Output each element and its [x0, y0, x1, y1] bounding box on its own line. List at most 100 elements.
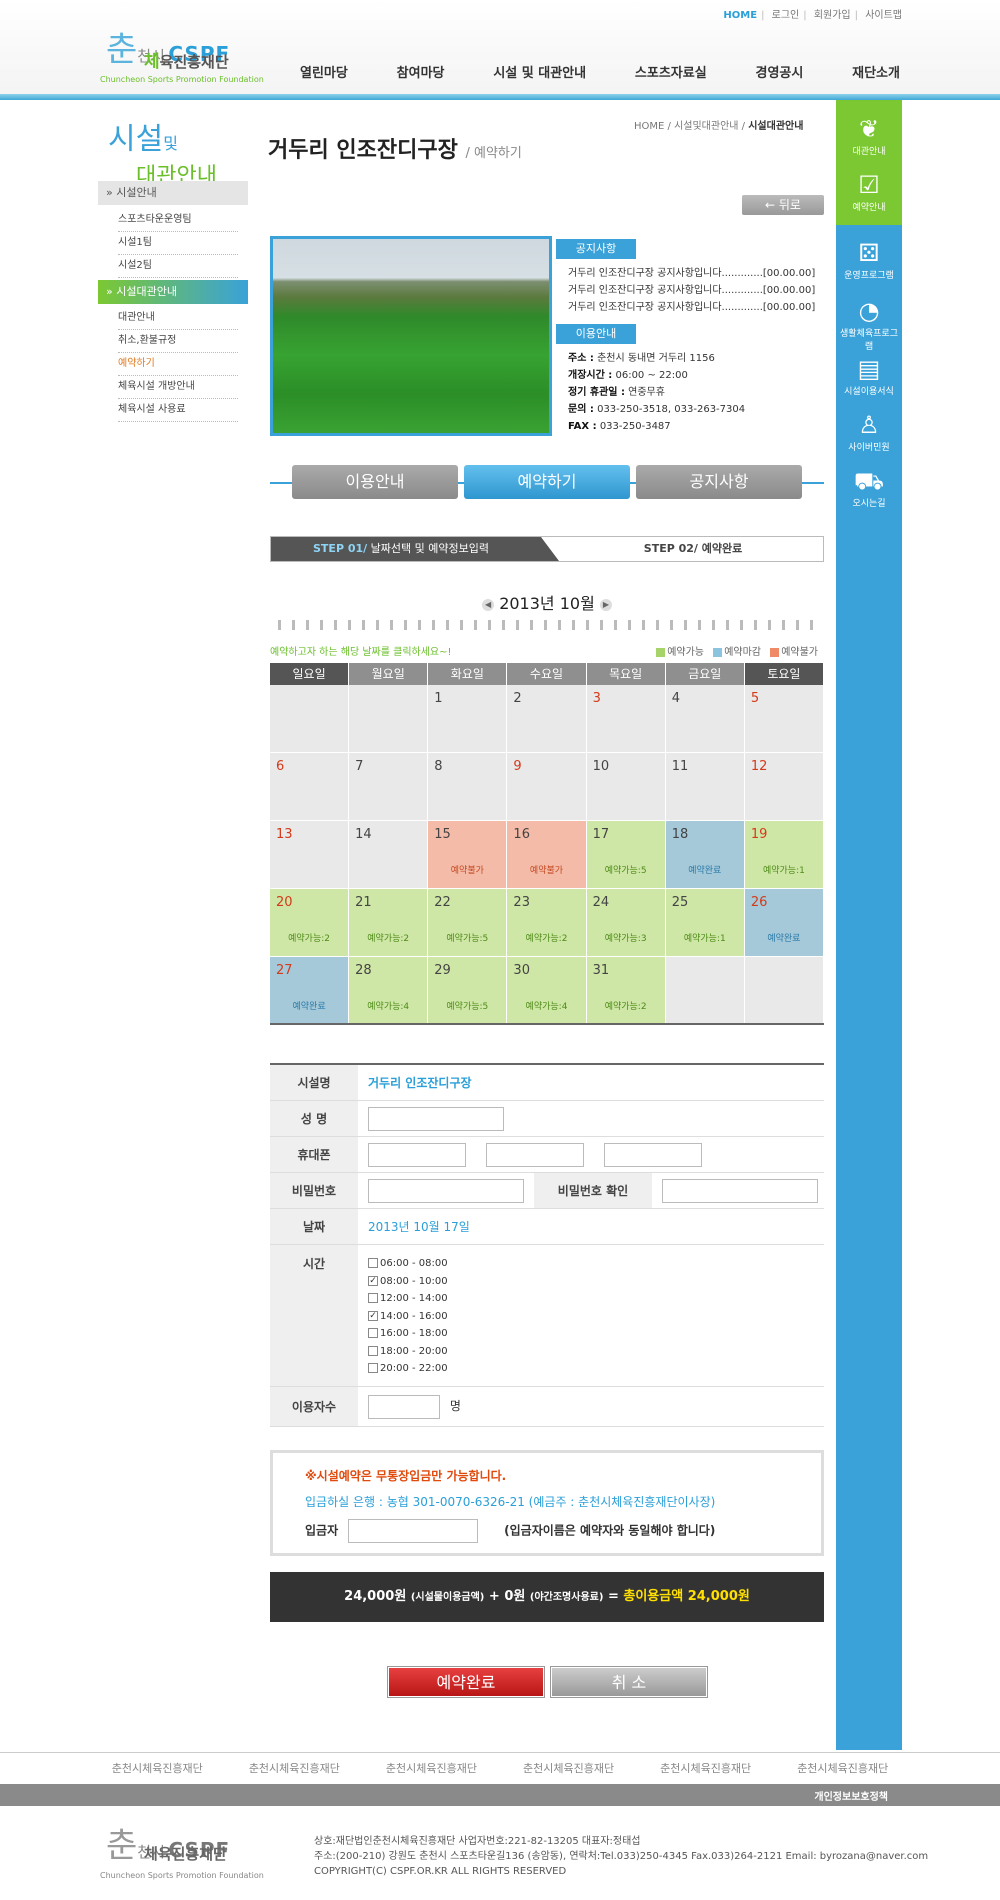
- depositor-input[interactable]: [348, 1519, 479, 1543]
- weekday-fri: 금요일: [665, 663, 745, 685]
- lnb-item[interactable]: 취소,환불규정: [118, 330, 238, 353]
- next-month-icon[interactable]: ▶: [599, 598, 612, 611]
- privacy-link[interactable]: 개인정보보호정책: [814, 1788, 888, 1803]
- nav-item[interactable]: 재단소개: [852, 62, 900, 81]
- calendar-day[interactable]: 24 예약가능:3: [586, 889, 666, 956]
- calendar-day[interactable]: 28 예약가능:4: [349, 957, 429, 1024]
- name-input[interactable]: [368, 1106, 504, 1131]
- day-number: 19: [750, 827, 768, 842]
- calendar-day: 9: [507, 753, 587, 820]
- phone-input-1[interactable]: [368, 1142, 466, 1167]
- time-option[interactable]: 16:00 - 18:00: [368, 1325, 448, 1343]
- calendar-week: 27 예약완료 28 예약가능:4 29 예약가능:5 30 예약가능:4 31 예약가능:2: [270, 957, 824, 1025]
- lnb-item[interactable]: 체육시설 개방안내: [118, 376, 238, 399]
- reserve-complete-button[interactable]: 예약완료: [388, 1667, 544, 1697]
- calendar-day[interactable]: 30 예약가능:4: [507, 957, 587, 1024]
- checkbox-checked-icon[interactable]: ✓: [368, 1275, 378, 1286]
- label-facility: 시설명: [270, 1065, 358, 1100]
- lnb-item[interactable]: 대관안내: [118, 307, 238, 330]
- checkbox-icon[interactable]: [368, 1258, 378, 1268]
- quick-reserve[interactable]: ☑ 예약안내: [836, 170, 902, 213]
- crumb-item[interactable]: 시설및대관안내: [674, 121, 738, 132]
- time-option[interactable]: 12:00 - 14:00: [368, 1290, 448, 1308]
- checkbox-icon[interactable]: [368, 1345, 378, 1356]
- label-password: 비밀번호: [270, 1173, 358, 1208]
- calendar-day[interactable]: 19 예약가능:1: [744, 821, 824, 888]
- people-input[interactable]: [368, 1394, 440, 1419]
- quick-label: 오시는길: [852, 499, 886, 509]
- time-label: 18:00 - 20:00: [380, 1345, 448, 1357]
- checkbox-icon[interactable]: [368, 1328, 378, 1338]
- back-button[interactable]: ← 뒤로: [742, 195, 824, 215]
- footer-link[interactable]: 춘천시체육진흥재단: [249, 1753, 340, 1784]
- nav-item[interactable]: 시설 및 대관안내: [493, 62, 586, 81]
- quick-program[interactable]: ⚄ 운영프로그램: [836, 238, 902, 281]
- bank-notice: ※시설예약은 무통장입금만 가능합니다.: [305, 1469, 507, 1483]
- time-option[interactable]: ✓ 14:00 - 16:00: [368, 1308, 448, 1326]
- calendar-day[interactable]: 29 예약가능:5: [428, 957, 508, 1024]
- day-number: 12: [750, 759, 768, 774]
- tab-notice[interactable]: 공지사항: [636, 465, 802, 499]
- phone-input-3[interactable]: [604, 1142, 702, 1167]
- lnb-item[interactable]: 체육시설 사용료: [118, 399, 238, 422]
- footer-info-line: COPYRIGHT(C) CSPF.OR.KR ALL RIGHTS RESER…: [314, 1866, 567, 1877]
- toplink-sitemap[interactable]: 사이트맵: [865, 10, 902, 21]
- password-confirm-input[interactable]: [662, 1178, 818, 1203]
- footer-link[interactable]: 춘천시체육진흥재단: [523, 1753, 614, 1784]
- footer-links: 춘천시체육진흥재단 춘천시체육진흥재단 춘천시체육진흥재단 춘천시체육진흥재단 …: [0, 1752, 1000, 1784]
- footer-link[interactable]: 춘천시체육진흥재단: [112, 1753, 203, 1784]
- checkbox-checked-icon[interactable]: ✓: [368, 1310, 378, 1321]
- notice-item[interactable]: 거두리 인조잔디구장 공지사항입니다.............[00.00.00…: [568, 299, 815, 316]
- prev-month-icon[interactable]: ◀: [482, 598, 495, 611]
- checkbox-icon[interactable]: [368, 1293, 378, 1303]
- footer-link[interactable]: 춘천시체육진흥재단: [386, 1753, 477, 1784]
- nav-item[interactable]: 열린마당: [300, 62, 348, 81]
- label-people: 이용자수: [270, 1387, 358, 1426]
- calendar-day[interactable]: 25 예약가능:1: [665, 889, 745, 956]
- notice-item[interactable]: 거두리 인조잔디구장 공지사항입니다.............[00.00.00…: [568, 282, 815, 299]
- calendar-day[interactable]: 21 예약가능:2: [349, 889, 429, 956]
- toplink-home[interactable]: HOME: [723, 10, 757, 21]
- time-option[interactable]: ✓ 08:00 - 10:00: [368, 1273, 448, 1291]
- lnb-item[interactable]: 시설1팀: [118, 232, 238, 255]
- quick-rental[interactable]: ❦ 대관안내: [836, 114, 902, 157]
- tab-reserve[interactable]: 예약하기: [464, 465, 630, 499]
- calendar-day: 3: [586, 685, 666, 752]
- quick-forms[interactable]: ▤ 시설이용서식: [836, 354, 902, 397]
- crumb-item[interactable]: HOME: [634, 121, 664, 132]
- lnb-item[interactable]: 시설2팀: [118, 255, 238, 278]
- page-title-text: 거두리 인조잔디구장: [268, 138, 458, 163]
- footer-link[interactable]: 춘천시체육진흥재단: [660, 1753, 751, 1784]
- quick-cyber[interactable]: ♙ 사이버민원: [836, 410, 902, 453]
- calendar-day: 1: [428, 685, 508, 752]
- time-option[interactable]: 18:00 - 20:00: [368, 1343, 448, 1361]
- checkbox-icon[interactable]: [368, 1363, 378, 1373]
- step-indicator: STEP 01/ 날짜선택 및 예약정보입력 STEP 02/ 예약완료: [270, 536, 824, 562]
- phone-input-2[interactable]: [486, 1142, 584, 1167]
- toplink-join[interactable]: 회원가입: [814, 10, 851, 21]
- lnb-item-active[interactable]: 예약하기: [118, 353, 238, 376]
- tab-usage[interactable]: 이용안내: [292, 465, 458, 499]
- time-option[interactable]: 20:00 - 22:00: [368, 1360, 448, 1378]
- lnb-head-facility[interactable]: » 시설안내: [98, 181, 248, 205]
- calendar-day[interactable]: 23 예약가능:2: [507, 889, 587, 956]
- notice-item[interactable]: 거두리 인조잔디구장 공지사항입니다.............[00.00.00…: [568, 265, 815, 282]
- quick-sports-program[interactable]: ◔ 생활체육프로그램: [836, 296, 902, 352]
- lnb-head-rental[interactable]: » 시설대관안내: [98, 280, 248, 304]
- password-input[interactable]: [368, 1178, 524, 1203]
- quick-directions[interactable]: ⛟ 오시는길: [836, 466, 902, 509]
- nav-item[interactable]: 스포츠자료실: [635, 62, 707, 81]
- nav-item[interactable]: 참여마당: [397, 62, 445, 81]
- day-number: 20: [276, 895, 293, 910]
- nav-item[interactable]: 경영공시: [755, 62, 803, 81]
- toplink-login[interactable]: 로그인: [772, 10, 800, 21]
- calendar-day[interactable]: 31 예약가능:2: [586, 957, 666, 1024]
- footer-link[interactable]: 춘천시체육진흥재단: [797, 1753, 888, 1784]
- lnb-item[interactable]: 스포츠타운운영팀: [118, 209, 238, 232]
- calendar-day[interactable]: 20 예약가능:2: [270, 889, 350, 956]
- time-option[interactable]: 06:00 - 08:00: [368, 1255, 448, 1273]
- day-number: 31: [592, 963, 610, 978]
- calendar-day[interactable]: 17 예약가능:5: [586, 821, 666, 888]
- calendar-day[interactable]: 22 예약가능:5: [428, 889, 508, 956]
- cancel-button[interactable]: 취 소: [551, 1667, 707, 1697]
